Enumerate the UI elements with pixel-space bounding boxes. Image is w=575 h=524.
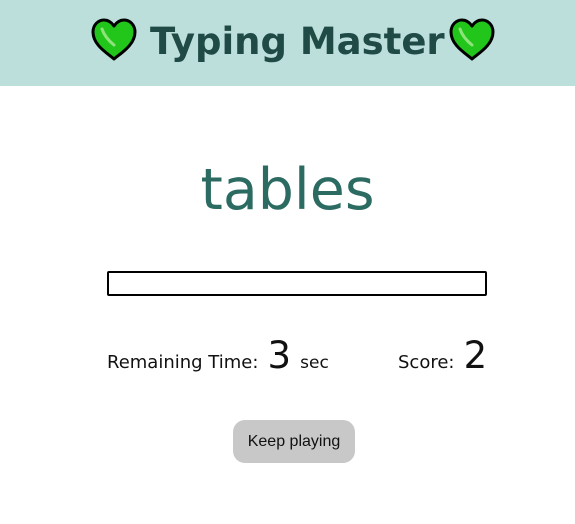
remaining-time: Remaining Time: 3 sec: [107, 334, 329, 380]
keep-playing-button[interactable]: Keep playing: [233, 420, 355, 463]
current-word: tables: [200, 157, 375, 223]
remaining-time-unit: sec: [300, 353, 329, 373]
green-heart-icon: [91, 18, 137, 61]
app-header: Typing Master: [0, 0, 575, 86]
green-heart-icon: [449, 18, 495, 61]
remaining-time-value: 3: [267, 334, 292, 377]
typing-input[interactable]: [107, 271, 487, 296]
score: Score: 2: [398, 334, 491, 380]
remaining-time-label: Remaining Time:: [107, 352, 259, 373]
score-label: Score:: [398, 352, 455, 373]
app-title: Typing Master: [150, 20, 445, 63]
score-value: 2: [463, 334, 488, 377]
